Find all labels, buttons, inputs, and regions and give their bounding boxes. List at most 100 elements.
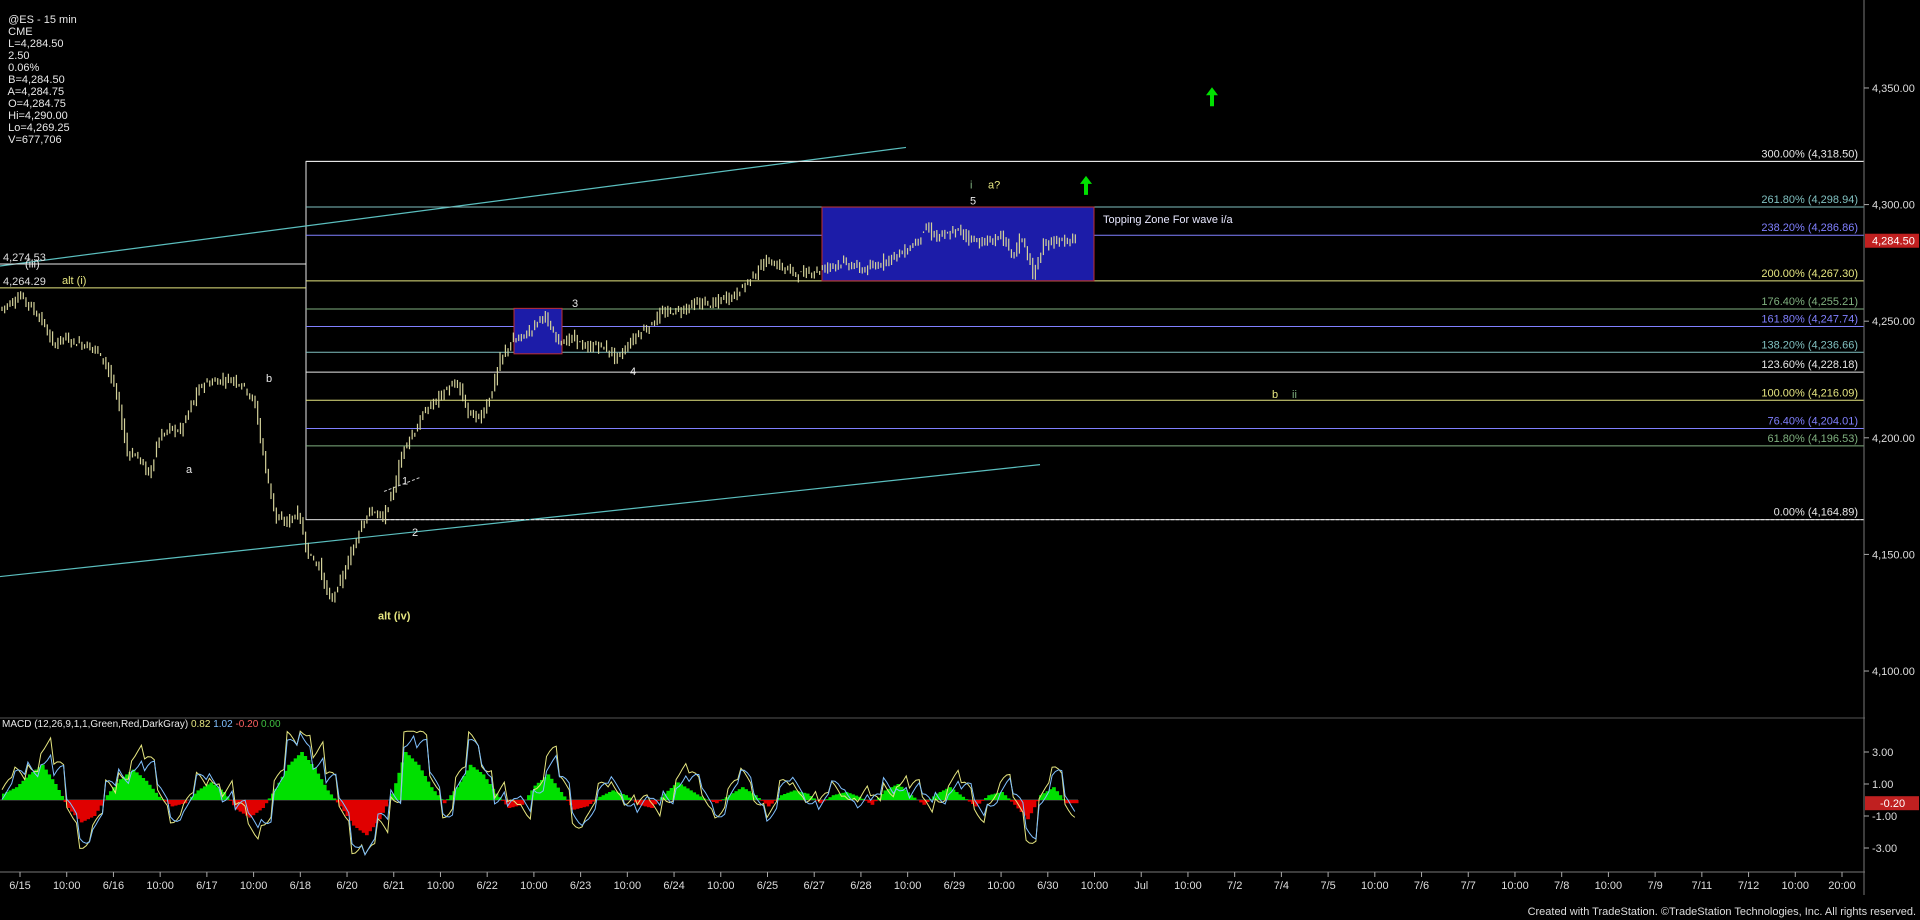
macd-bar bbox=[261, 800, 266, 808]
fib-level-label: 200.00% (4,267.30) bbox=[1761, 268, 1858, 280]
macd-bar bbox=[676, 782, 680, 800]
fib-level-label: 61.80% (4,196.53) bbox=[1767, 433, 1858, 445]
macd-bar bbox=[89, 800, 94, 818]
price-tick-label: 4,200.00 bbox=[1872, 433, 1915, 445]
macd-bar bbox=[157, 796, 162, 800]
time-tick-label: 10:00 bbox=[614, 880, 642, 892]
macd-bar bbox=[883, 790, 888, 800]
macd-bar bbox=[669, 788, 674, 800]
macd-bar bbox=[692, 792, 697, 800]
time-tick-label: 10:00 bbox=[240, 880, 268, 892]
macd-bar bbox=[527, 795, 531, 800]
symbol: @ES - 15 min bbox=[8, 14, 77, 26]
macd-bar bbox=[316, 773, 321, 800]
wave3-zone bbox=[513, 307, 563, 355]
macd-bar bbox=[228, 800, 233, 801]
macd-bar bbox=[562, 796, 567, 800]
macd-bar bbox=[206, 784, 210, 800]
macd-bar bbox=[300, 752, 304, 800]
time-tick-label: 6/29 bbox=[944, 880, 965, 892]
time-tick-label: 6/28 bbox=[850, 880, 871, 892]
time-tick-label: 10:00 bbox=[1361, 880, 1389, 892]
footer-copyright: Created with TradeStation. ©TradeStation… bbox=[1527, 906, 1916, 918]
price-tick-label: 4,250.00 bbox=[1872, 316, 1915, 328]
macd-bar bbox=[442, 800, 447, 804]
macd-bar bbox=[624, 795, 629, 800]
macd-bar bbox=[980, 800, 985, 801]
macd-bar bbox=[118, 779, 123, 800]
macd-bar bbox=[789, 791, 794, 800]
macd-bar bbox=[1052, 787, 1056, 800]
macd-bar bbox=[546, 774, 551, 800]
macd-bar bbox=[449, 795, 453, 800]
macd-bar bbox=[384, 800, 389, 807]
fib-level-label: 123.60% (4,228.18) bbox=[1761, 359, 1858, 371]
macd-bar bbox=[478, 772, 483, 800]
macd-bar bbox=[47, 774, 52, 800]
time-tick-label: 7/9 bbox=[1647, 880, 1662, 892]
macd-bar bbox=[828, 797, 833, 800]
macd-bar bbox=[11, 788, 16, 800]
fib-level-label: 100.00% (4,216.09) bbox=[1761, 387, 1858, 399]
low: Lo=4,269.25 bbox=[8, 122, 70, 134]
macd-bar bbox=[685, 788, 690, 800]
macd-bar bbox=[313, 768, 317, 800]
macd-bar bbox=[572, 800, 577, 810]
wave-label: 3 bbox=[572, 298, 578, 310]
macd-bar bbox=[355, 800, 360, 828]
macd-bar bbox=[306, 760, 311, 800]
macd-bar bbox=[105, 795, 110, 800]
macd-bar bbox=[711, 800, 716, 802]
time-tick-label: 7/2 bbox=[1227, 880, 1242, 892]
macd-tick-label: 1.00 bbox=[1872, 779, 1893, 791]
macd-bar bbox=[608, 792, 612, 800]
fib-level-label: 76.40% (4,204.01) bbox=[1767, 415, 1858, 427]
macd-bar bbox=[763, 800, 768, 804]
time-tick-label: 6/18 bbox=[290, 880, 311, 892]
time-tick-label: 7/7 bbox=[1461, 880, 1476, 892]
macd-bar bbox=[99, 800, 103, 806]
macd-bar bbox=[987, 795, 991, 800]
macd-bar bbox=[151, 788, 155, 800]
macd-bar bbox=[180, 800, 184, 804]
wave-label: alt (i) bbox=[62, 275, 86, 287]
price-tick-label: 4,350.00 bbox=[1872, 83, 1915, 95]
macd-bar bbox=[420, 770, 424, 800]
macd-bar bbox=[377, 800, 382, 820]
macd-bar bbox=[196, 790, 201, 800]
macd-bar bbox=[57, 790, 61, 800]
macd-bar bbox=[199, 788, 204, 800]
macd-bar bbox=[293, 758, 298, 800]
macd-bar bbox=[326, 790, 330, 800]
time-tick-label: 6/21 bbox=[383, 880, 404, 892]
time-tick-label: 20:00 bbox=[1828, 880, 1856, 892]
macd-bar bbox=[958, 794, 962, 800]
left-level-label: 4,264.29 bbox=[3, 276, 46, 288]
time-tick-label: 7/4 bbox=[1274, 880, 1289, 892]
macd-bar bbox=[303, 756, 308, 800]
macd-bar bbox=[792, 790, 797, 800]
macd-bar bbox=[446, 799, 450, 800]
macd-header: MACD (12,26,9,1,1,Green,Red,DarkGray) 0.… bbox=[2, 719, 281, 730]
macd-bar bbox=[436, 795, 441, 800]
time-tick-label: 10:00 bbox=[1595, 880, 1623, 892]
volume: V=677,706 bbox=[8, 134, 62, 146]
macd-bar bbox=[144, 780, 149, 800]
macd-bar bbox=[770, 800, 774, 804]
fib-level-label: 300.00% (4,318.50) bbox=[1761, 148, 1858, 160]
time-tick-label: 7/12 bbox=[1738, 880, 1759, 892]
macd-bar bbox=[559, 792, 564, 800]
macd-bar bbox=[361, 800, 366, 833]
time-tick-label: 10:00 bbox=[53, 880, 81, 892]
macd-bar bbox=[488, 784, 492, 800]
macd-bar bbox=[154, 792, 159, 800]
macd-bar bbox=[656, 800, 661, 801]
macd-bar bbox=[744, 789, 748, 800]
macd-bar bbox=[747, 791, 752, 800]
macd-bar bbox=[212, 784, 217, 800]
time-tick-label: 10:00 bbox=[427, 880, 455, 892]
macd-bar bbox=[578, 800, 583, 808]
wave-label: ii bbox=[1292, 389, 1297, 401]
macd-bar bbox=[899, 786, 904, 800]
macd-value-2: 1.02 bbox=[213, 719, 233, 730]
